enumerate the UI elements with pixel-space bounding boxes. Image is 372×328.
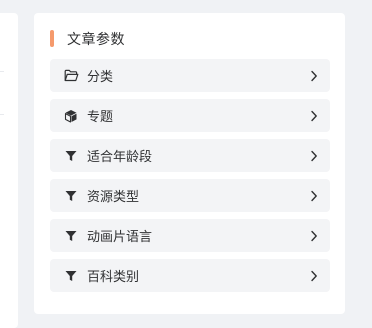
card-title: 文章参数 [67,31,125,48]
param-item-topic[interactable]: 专题 [50,99,330,132]
divider [0,114,4,115]
chevron-right-icon [306,188,322,204]
filter-icon [63,188,79,204]
param-item-label: 适合年龄段 [87,150,153,165]
cube-icon [63,108,79,124]
chevron-right-icon [306,268,322,284]
param-item-label: 资源类型 [87,190,140,205]
chevron-right-icon [306,108,322,124]
chevron-right-icon [306,68,322,84]
accent-bar [50,30,54,47]
card-header: 文章参数 [50,29,125,48]
param-item-age-range[interactable]: 适合年龄段 [50,139,330,172]
param-item-resource-type[interactable]: 资源类型 [50,179,330,212]
chevron-right-icon [306,148,322,164]
param-item-category[interactable]: 分类 [50,59,330,92]
param-item-label: 专题 [87,110,114,125]
filter-icon [63,268,79,284]
folder-open-icon [63,68,79,84]
filter-icon [63,228,79,244]
divider [0,71,4,72]
param-item-label: 动画片语言 [87,230,153,245]
chevron-right-icon [306,228,322,244]
left-content-panel [0,13,18,328]
param-item-label: 分类 [87,70,114,85]
article-params-card: 文章参数 分类 专题 适合年龄段 资源类型 动画片语言 百科类别 [34,13,345,314]
param-item-cartoon-language[interactable]: 动画片语言 [50,219,330,252]
filter-icon [63,148,79,164]
param-item-label: 百科类别 [87,270,140,285]
param-item-encyclopedia-category[interactable]: 百科类别 [50,259,330,292]
